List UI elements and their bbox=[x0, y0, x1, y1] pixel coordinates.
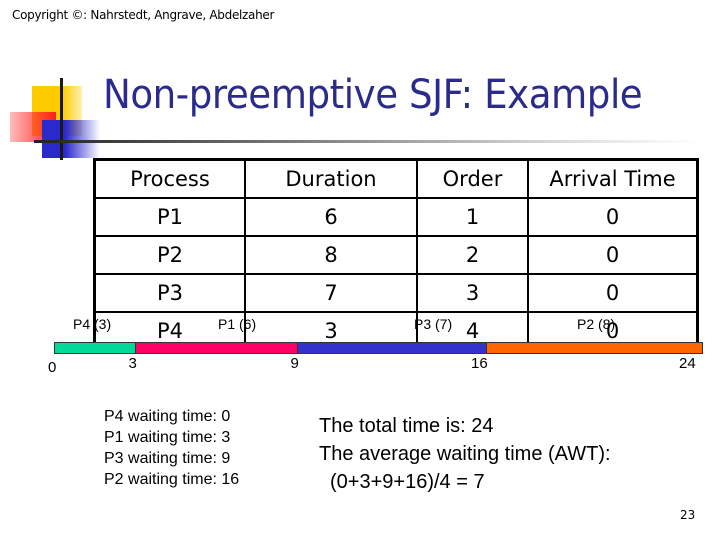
table-cell: 2 bbox=[416, 235, 529, 275]
gantt-tick-label: 0 bbox=[48, 359, 57, 376]
table-row: P1 6 1 0 bbox=[93, 197, 699, 237]
table-cell: 3 bbox=[416, 273, 529, 313]
gantt-tick-label: 24 bbox=[679, 355, 696, 372]
table-cell: 0 bbox=[527, 273, 699, 313]
waiting-time-item: P4 waiting time: 0 bbox=[104, 408, 231, 425]
table-cell: 0 bbox=[527, 235, 699, 275]
table-row: P3 7 3 0 bbox=[93, 273, 699, 313]
column-header: Order bbox=[416, 158, 529, 199]
table-cell: P2 bbox=[93, 235, 246, 275]
gantt-label-p1: P1 (6) bbox=[218, 316, 257, 332]
table-cell: 7 bbox=[244, 273, 418, 313]
slide-number: 23 bbox=[680, 508, 696, 522]
gantt-label-p4: P4 (3) bbox=[73, 316, 112, 332]
awt-label-text: The average waiting time (AWT): bbox=[319, 443, 611, 465]
waiting-time-item: P2 waiting time: 16 bbox=[104, 471, 240, 488]
table-cell: 8 bbox=[244, 235, 418, 275]
gantt-segment bbox=[297, 342, 487, 354]
vertical-line-decoration bbox=[60, 78, 63, 160]
gantt-tick-label: 3 bbox=[128, 355, 137, 372]
waiting-time-item: P3 waiting time: 9 bbox=[104, 450, 231, 467]
table-cell: 6 bbox=[244, 197, 418, 237]
gantt-label-p3: P3 (7) bbox=[414, 316, 453, 332]
gantt-segment bbox=[135, 342, 298, 354]
gantt-segment bbox=[54, 342, 136, 354]
blue-square-decoration bbox=[42, 120, 100, 158]
column-header: Arrival Time bbox=[527, 158, 699, 199]
gantt-tick-label: 9 bbox=[290, 355, 299, 372]
table-header-row: Process Duration Order Arrival Time bbox=[93, 158, 699, 199]
title-underline bbox=[34, 140, 700, 143]
awt-formula-text: (0+3+9+16)/4 = 7 bbox=[330, 471, 485, 493]
column-header: Duration bbox=[244, 158, 418, 199]
gantt-segment bbox=[486, 342, 703, 354]
waiting-time-item: P1 waiting time: 3 bbox=[104, 429, 231, 446]
gantt-tick-label: 16 bbox=[471, 355, 488, 372]
total-time-text: The total time is: 24 bbox=[319, 415, 494, 437]
decorative-logo bbox=[0, 0, 110, 170]
waiting-times-list: P4 waiting time: 0 P1 waiting time: 3 P3… bbox=[104, 406, 239, 490]
table-cell: 0 bbox=[527, 197, 699, 237]
column-header: Process bbox=[93, 158, 246, 199]
gantt-label-p2: P2 (8) bbox=[577, 316, 616, 332]
table-cell: P1 bbox=[93, 197, 246, 237]
summary-block: The total time is: 24 The average waitin… bbox=[319, 412, 611, 496]
table-cell: P3 bbox=[93, 273, 246, 313]
table-row: P2 8 2 0 bbox=[93, 235, 699, 275]
table-cell: 1 bbox=[416, 197, 529, 237]
slide-title: Non-preemptive SJF: Example bbox=[103, 72, 643, 118]
